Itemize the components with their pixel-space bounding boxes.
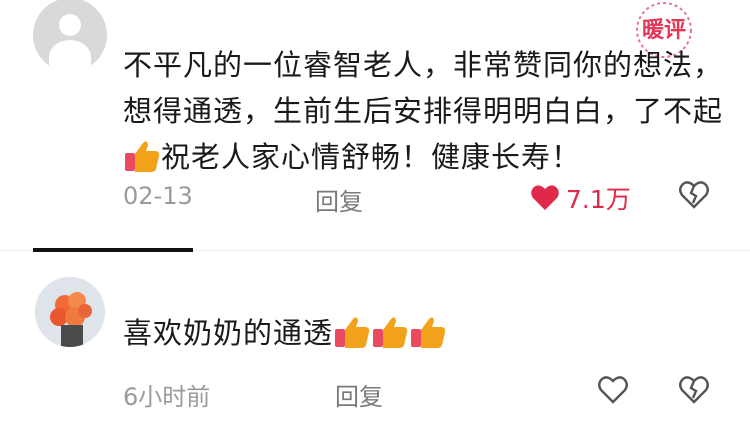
comment-item: 喜欢奶奶的通透 6小时前 回复 <box>0 255 750 437</box>
heart-outline-icon[interactable] <box>597 375 629 405</box>
flower-avatar-icon[interactable] <box>35 277 105 347</box>
comment-text-part: 喜欢奶奶的通透 <box>123 316 334 350</box>
avatar-shoulders-shape <box>49 40 91 72</box>
dislike-broken-heart-icon[interactable] <box>678 180 710 210</box>
reply-button[interactable]: 回复 <box>335 377 383 412</box>
thumbs-up-emoji-icon <box>335 317 370 348</box>
dislike-broken-heart-icon[interactable] <box>678 375 710 405</box>
heart-filled-icon <box>531 185 559 210</box>
avatar-head-shape <box>59 14 81 36</box>
thumbs-up-emoji-icon <box>373 317 408 348</box>
like-count: 7.1万 <box>566 185 631 214</box>
thumbs-up-emoji-icon <box>125 141 160 172</box>
comment-text: 不平凡的一位睿智老人，非常赞同你的想法，想得通透，生前生后安排得明明白白，了不起… <box>123 42 723 180</box>
comment-item: 不平凡的一位睿智老人，非常赞同你的想法，想得通透，生前生后安排得明明白白，了不起… <box>0 0 750 240</box>
comment-text-part: 祝老人家心情舒畅！健康长寿！ <box>161 140 582 174</box>
flower-bouquet-icon <box>35 277 105 347</box>
default-avatar-icon[interactable] <box>33 0 107 72</box>
comment-time: 6小时前 <box>123 383 211 411</box>
like-button[interactable]: 7.1万 <box>530 180 631 216</box>
comment-time: 02-13 <box>123 182 193 210</box>
thumbs-up-emoji-icon <box>411 317 446 348</box>
comment-text: 喜欢奶奶的通透 <box>123 310 723 356</box>
reply-button[interactable]: 回复 <box>315 182 363 217</box>
divider-indicator <box>33 248 193 252</box>
comment-text-part: 不平凡的一位睿智老人，非常赞同你的想法，想得通透，生前生后安排得明明白白，了不起 <box>123 48 724 128</box>
